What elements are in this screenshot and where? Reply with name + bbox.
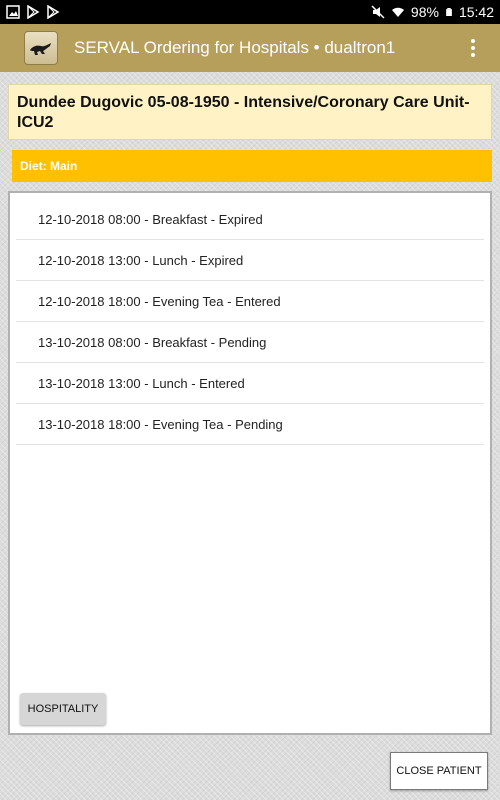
status-bar-system: 98% 15:42 — [371, 4, 500, 20]
battery-icon — [446, 8, 452, 16]
play-store-icon — [47, 5, 60, 19]
battery-percentage: 98% — [410, 4, 439, 20]
meal-list-item[interactable]: 13-10-2018 18:00 - Evening Tea - Pending — [16, 404, 484, 445]
status-bar: 98% 15:42 — [0, 0, 500, 24]
meal-list: 12-10-2018 08:00 - Breakfast - Expired 1… — [16, 199, 484, 445]
close-patient-button[interactable]: CLOSE PATIENT — [390, 752, 488, 790]
wifi-icon — [391, 7, 404, 17]
meal-list-item[interactable]: 13-10-2018 13:00 - Lunch - Entered — [16, 363, 484, 404]
hospitality-button[interactable]: HOSPITALITY — [20, 693, 106, 725]
mute-icon — [371, 5, 385, 19]
clock: 15:42 — [458, 4, 494, 20]
serval-logo-icon — [24, 31, 58, 65]
meal-list-item[interactable]: 12-10-2018 18:00 - Evening Tea - Entered — [16, 281, 484, 322]
meal-list-item[interactable]: 12-10-2018 13:00 - Lunch - Expired — [16, 240, 484, 281]
image-icon — [6, 5, 20, 19]
status-bar-notifications — [0, 5, 60, 19]
app-bar: SERVAL Ordering for Hospitals • dualtron… — [0, 24, 500, 72]
app-title: SERVAL Ordering for Hospitals • dualtron… — [74, 38, 396, 57]
patient-header: Dundee Dugovic 05-08-1950 - Intensive/Co… — [8, 84, 492, 140]
play-store-icon — [27, 5, 40, 19]
meal-list-item[interactable]: 12-10-2018 08:00 - Breakfast - Expired — [16, 199, 484, 240]
diet-label: Diet: Main — [12, 150, 492, 182]
meal-list-item[interactable]: 13-10-2018 08:00 - Breakfast - Pending — [16, 322, 484, 363]
overflow-menu-icon[interactable] — [468, 36, 478, 60]
meal-panel: 12-10-2018 08:00 - Breakfast - Expired 1… — [8, 191, 492, 735]
